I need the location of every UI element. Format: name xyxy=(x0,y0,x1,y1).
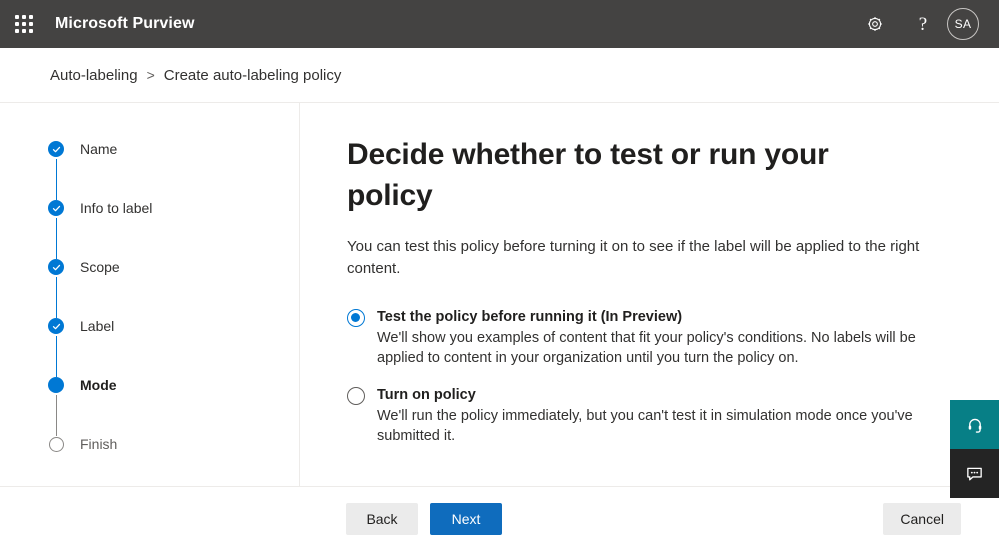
mode-radio-group: Test the policy before running it (In Pr… xyxy=(347,307,951,446)
radio-option-title: Test the policy before running it (In Pr… xyxy=(377,307,951,327)
empty-circle-icon xyxy=(49,437,64,452)
step-marker-done xyxy=(48,318,64,334)
help-button[interactable]: ? xyxy=(899,0,947,48)
step-marker-done xyxy=(48,259,64,275)
radio-option-text: Test the policy before running it (In Pr… xyxy=(377,307,951,368)
step-marker-done xyxy=(48,200,64,216)
breadcrumb-item-current: Create auto-labeling policy xyxy=(164,67,342,84)
avatar[interactable]: SA xyxy=(947,8,979,40)
settings-button[interactable] xyxy=(851,0,899,48)
wizard-step-label: Info to label xyxy=(80,198,152,218)
page-description: You can test this policy before turning … xyxy=(347,236,932,280)
radio-option-turn-on-policy[interactable]: Turn on policy We'll run the policy imme… xyxy=(347,385,951,446)
footer-nav-buttons: Back Next xyxy=(346,503,502,535)
suite-title[interactable]: Microsoft Purview xyxy=(55,15,195,33)
wizard-step-mode[interactable]: Mode xyxy=(0,375,299,434)
radio-button-unselected-icon[interactable] xyxy=(347,387,365,405)
step-connector xyxy=(56,277,58,318)
step-connector xyxy=(56,218,58,259)
wizard-step-label[interactable]: Label xyxy=(0,316,299,375)
suite-actions: ? SA xyxy=(851,0,987,48)
suite-header-bar: Microsoft Purview ? SA xyxy=(0,0,999,48)
question-mark-icon: ? xyxy=(919,15,927,34)
wizard-step-scope[interactable]: Scope xyxy=(0,257,299,316)
check-circle-icon xyxy=(48,141,64,157)
chat-bubble-icon xyxy=(965,464,984,483)
gear-icon xyxy=(866,15,884,33)
wizard-step-label: Name xyxy=(80,139,117,159)
wizard-step-label: Label xyxy=(80,316,114,336)
feedback-button[interactable] xyxy=(950,449,999,498)
next-button[interactable]: Next xyxy=(430,503,502,535)
page-title: Decide whether to test or run your polic… xyxy=(347,134,867,216)
radio-option-description: We'll show you examples of content that … xyxy=(377,328,951,368)
wizard-step-label: Mode xyxy=(80,375,117,395)
back-button[interactable]: Back xyxy=(346,503,418,535)
filled-circle-icon xyxy=(48,377,64,393)
wizard-step-name[interactable]: Name xyxy=(0,139,299,198)
wizard-step-list: Name Info to label Scope xyxy=(0,103,300,486)
app-launcher-button[interactable] xyxy=(0,0,48,48)
step-marker-current xyxy=(48,377,64,393)
wizard-step-finish[interactable]: Finish xyxy=(0,434,299,454)
chevron-right-icon: > xyxy=(147,67,155,83)
radio-option-test-policy[interactable]: Test the policy before running it (In Pr… xyxy=(347,307,951,368)
main-content: Decide whether to test or run your polic… xyxy=(300,103,999,486)
wizard-step-label: Finish xyxy=(80,434,117,454)
body-area: Name Info to label Scope xyxy=(0,103,999,486)
wizard-footer: Back Next Cancel xyxy=(0,486,999,550)
check-circle-icon xyxy=(48,200,64,216)
step-connector xyxy=(56,159,58,200)
radio-option-title: Turn on policy xyxy=(377,385,951,405)
radio-option-text: Turn on policy We'll run the policy imme… xyxy=(377,385,951,446)
wizard-step-label: Scope xyxy=(80,257,120,277)
radio-option-description: We'll run the policy immediately, but yo… xyxy=(377,406,951,446)
check-circle-icon xyxy=(48,259,64,275)
breadcrumb: Auto-labeling > Create auto-labeling pol… xyxy=(0,48,999,103)
cancel-button[interactable]: Cancel xyxy=(883,503,961,535)
step-marker-done xyxy=(48,141,64,157)
check-circle-icon xyxy=(48,318,64,334)
support-button[interactable] xyxy=(950,400,999,449)
step-marker-todo xyxy=(48,436,64,452)
headset-icon xyxy=(966,416,984,434)
step-connector xyxy=(56,336,58,377)
side-widget-stack xyxy=(950,400,999,498)
breadcrumb-item-auto-labeling[interactable]: Auto-labeling xyxy=(50,67,138,84)
wizard-step-info-to-label[interactable]: Info to label xyxy=(0,198,299,257)
step-connector xyxy=(56,395,57,436)
waffle-grid-icon xyxy=(15,15,33,33)
radio-button-selected-icon[interactable] xyxy=(347,309,365,327)
